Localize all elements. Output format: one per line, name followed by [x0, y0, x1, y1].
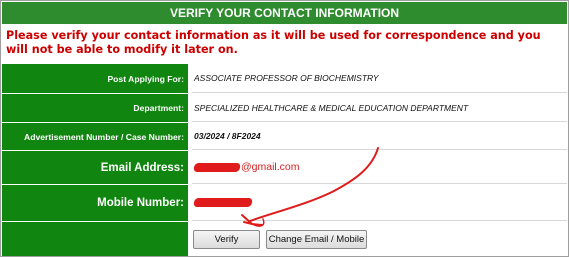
action-buttons: Verify Change Email / Mobile: [193, 230, 367, 249]
email-value: @gmail.com: [192, 151, 567, 184]
post-label: Post Applying For:: [2, 64, 188, 93]
mobile-value: [192, 185, 567, 221]
verify-button[interactable]: Verify: [193, 230, 260, 249]
advertisement-label: Advertisement Number / Case Number:: [2, 123, 188, 150]
email-domain: @gmail.com: [241, 161, 300, 173]
department-row: Department: SPECIALIZED HEALTHCARE & MED…: [2, 94, 567, 122]
redaction-scribble: [193, 162, 241, 172]
redaction-scribble: [193, 198, 253, 207]
verify-contact-panel: VERIFY YOUR CONTACT INFORMATION Please v…: [0, 0, 569, 257]
mobile-row: Mobile Number:: [2, 185, 567, 221]
post-value: ASSOCIATE PROFESSOR OF BIOCHEMISTRY: [192, 64, 567, 93]
change-email-mobile-button[interactable]: Change Email / Mobile: [266, 230, 367, 249]
panel-header: VERIFY YOUR CONTACT INFORMATION: [2, 2, 567, 24]
verification-notice: Please verify your contact information a…: [6, 29, 541, 56]
email-row: Email Address: @gmail.com: [2, 151, 567, 184]
advertisement-value: 03/2024 / 8F2024: [192, 123, 567, 150]
actions-label-cell: [2, 222, 188, 256]
mobile-label: Mobile Number:: [2, 185, 188, 221]
advertisement-row: Advertisement Number / Case Number: 03/2…: [2, 123, 567, 150]
department-label: Department:: [2, 94, 188, 122]
post-row: Post Applying For: ASSOCIATE PROFESSOR O…: [2, 64, 567, 93]
email-label: Email Address:: [2, 151, 188, 184]
department-value: SPECIALIZED HEALTHCARE & MEDICAL EDUCATI…: [192, 94, 567, 122]
